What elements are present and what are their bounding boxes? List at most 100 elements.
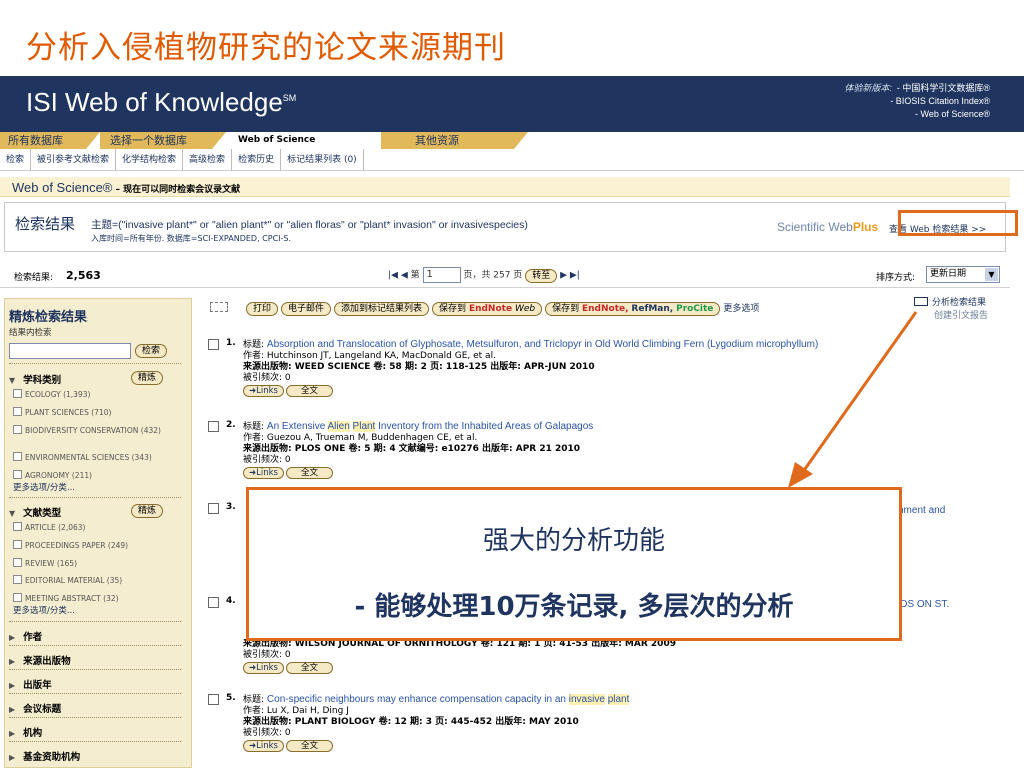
section-source[interactable]: ▶ 来源出版物 — [9, 653, 71, 667]
search-meta: 入库时间=所有年份. 数据库=SCI-EXPANDED, CPCI-S. — [91, 234, 292, 243]
email-button[interactable]: 电子邮件 — [281, 302, 332, 316]
result-title-link[interactable]: Absorption and Translocation of Glyphosa… — [267, 339, 818, 350]
subnav-advanced-search[interactable]: 高级检索 — [183, 149, 233, 171]
tab-web-of-science[interactable]: Web of Science — [226, 132, 342, 149]
search-within-input[interactable] — [9, 343, 131, 359]
result-checkbox[interactable] — [208, 597, 219, 608]
refine-option[interactable]: ENVIRONMENTAL SCIENCES (343) — [13, 452, 183, 462]
result-checkbox[interactable] — [208, 503, 219, 514]
links-button[interactable]: ➜Links — [243, 385, 284, 397]
checkbox[interactable] — [13, 452, 22, 461]
refine-option[interactable]: REVIEW (165) — [13, 558, 183, 568]
checkbox[interactable] — [13, 470, 22, 479]
analyze-icon — [914, 297, 928, 306]
section-year[interactable]: ▶ 出版年 — [9, 677, 52, 691]
link-cscd[interactable]: - 中国科学引文数据库® — [897, 83, 990, 93]
more-options-link[interactable]: 更多选项/分类... — [13, 604, 75, 616]
tab-divider — [514, 132, 528, 149]
result-title-link[interactable]: Con-specific neighbours may enhance comp… — [267, 694, 630, 705]
result-checkbox[interactable] — [208, 421, 219, 432]
link-wos[interactable]: - Web of Science® — [915, 109, 990, 119]
refine-option[interactable]: PLANT SCIENCES (710) — [13, 407, 183, 417]
collapse-icon: ▼ — [9, 376, 16, 385]
checkbox[interactable] — [13, 558, 22, 567]
subnav-cited-ref-search[interactable]: 被引参考文献检索 — [31, 149, 117, 171]
sort-select[interactable]: 更新日期 ▼ — [926, 266, 1000, 283]
subnav-structure-search[interactable]: 化学结构检索 — [116, 149, 184, 171]
full-text-button[interactable]: 全文 — [285, 467, 333, 479]
section-organization[interactable]: ▶ 机构 — [9, 725, 42, 739]
last-page-icon[interactable]: ▶| — [570, 271, 580, 281]
more-options-link[interactable]: 更多选项/分类... — [13, 481, 75, 493]
full-text-button[interactable]: 全文 — [285, 740, 333, 752]
section-author[interactable]: ▶ 作者 — [9, 629, 42, 643]
analyze-results-link[interactable]: 分析检索结果 创建引文报告 — [914, 295, 1000, 321]
select-page-icon[interactable] — [210, 302, 228, 312]
tab-select-database[interactable]: 选择一个数据库 — [100, 132, 212, 149]
checkbox[interactable] — [13, 425, 22, 434]
checkbox[interactable] — [13, 522, 22, 531]
save-endnote-refman-procite-button[interactable]: 保存到 EndNote, RefMan, ProCite — [545, 302, 721, 316]
subnav-search-history[interactable]: 检索历史 — [232, 149, 282, 171]
refine-option[interactable]: PROCEEDINGS PAPER (249) — [13, 540, 183, 550]
links-button[interactable]: ➜Links — [243, 740, 284, 752]
subnav-search[interactable]: 检索 — [0, 149, 32, 171]
page-number-input[interactable]: 1 — [422, 267, 461, 283]
refine-option[interactable]: MEETING ABSTRACT (32) — [13, 593, 183, 603]
print-button[interactable]: 打印 — [246, 302, 279, 316]
header-bar: ISI Web of KnowledgeSM 体验新版本: - 中国科学引文数据… — [0, 76, 1024, 132]
refine-subject-button[interactable]: 精炼 — [131, 371, 164, 385]
refine-doctype-button[interactable]: 精炼 — [131, 504, 164, 518]
full-text-button[interactable]: 全文 — [285, 662, 333, 674]
checkbox[interactable] — [13, 575, 22, 584]
search-within-button[interactable]: 检索 — [135, 344, 168, 358]
refine-option[interactable]: ARTICLE (2,063) — [13, 522, 183, 532]
result-cited: 被引频次: 0 — [243, 373, 291, 383]
result-checkbox[interactable] — [208, 694, 219, 705]
checkbox[interactable] — [13, 593, 22, 602]
tab-all-databases[interactable]: 所有数据库 — [0, 132, 86, 149]
page-prefix: 第 — [410, 270, 420, 281]
checkbox[interactable] — [13, 389, 22, 398]
result-title-link[interactable]: An Extensive Alien Plant Inventory from … — [267, 421, 593, 432]
prev-page-icon[interactable]: ◀ — [401, 271, 408, 281]
links-button[interactable]: ➜Links — [243, 662, 284, 674]
section-subject[interactable]: ▼ 学科类别 — [9, 372, 61, 386]
refine-option[interactable]: EDITORIAL MATERIAL (35) — [13, 575, 183, 585]
section-conference[interactable]: ▶ 会议标题 — [9, 701, 61, 715]
full-text-button[interactable]: 全文 — [285, 385, 333, 397]
section-doctype[interactable]: ▼ 文献类型 — [9, 505, 61, 519]
go-to-page-button[interactable]: 转至 — [525, 268, 558, 283]
section-funding[interactable]: ▶ 基金资助机构 — [9, 749, 80, 763]
refine-option[interactable]: AGRONOMY (211) — [13, 470, 183, 480]
add-to-marked-list-button[interactable]: 添加到标记结果列表 — [334, 302, 430, 316]
database-tabs: 所有数据库 选择一个数据库 Web of Science 其他资源 — [0, 132, 1024, 149]
search-query: 主题=("invasive plant*" or "alien plant*" … — [91, 219, 528, 231]
result-number: 1. — [226, 338, 236, 348]
first-page-icon[interactable]: |◀ — [388, 271, 398, 281]
more-options-link[interactable]: 更多选项 — [723, 304, 759, 314]
subnav-marked-list[interactable]: 标记结果列表 (0) — [281, 149, 364, 171]
save-endnote-web-button[interactable]: 保存到 EndNote Web — [432, 302, 543, 316]
webplus-logo[interactable]: Scientific WebPlus — [777, 220, 878, 234]
refine-option[interactable]: ECOLOGY (1,393) — [13, 389, 183, 399]
result-authors: 作者: Hutchinson JT, Langeland KA, MacDona… — [243, 351, 496, 361]
sort-label: 排序方式: — [876, 273, 916, 283]
expand-icon: ▶ — [9, 657, 16, 666]
link-biosis[interactable]: - BIOSIS Citation Index® — [890, 96, 990, 106]
result-checkbox[interactable] — [208, 339, 219, 350]
citation-report-link[interactable]: 创建引文报告 — [914, 308, 1000, 321]
isi-logo[interactable]: ISI Web of KnowledgeSM — [26, 87, 296, 118]
divider — [9, 717, 181, 718]
search-within-label: 结果内检索 — [9, 328, 52, 338]
wos-brand: Web of Science® — [12, 180, 113, 195]
tab-other-resources[interactable]: 其他资源 — [381, 132, 514, 149]
next-page-icon[interactable]: ▶ — [560, 271, 567, 281]
links-button[interactable]: ➜Links — [243, 467, 284, 479]
checkbox[interactable] — [13, 540, 22, 549]
page-suffix: 页，共 257 页 — [463, 270, 523, 281]
chevron-down-icon: ▼ — [985, 268, 998, 281]
refine-option[interactable]: BIODIVERSITY CONSERVATION (432) — [13, 425, 183, 435]
checkbox[interactable] — [13, 407, 22, 416]
divider — [9, 363, 181, 364]
